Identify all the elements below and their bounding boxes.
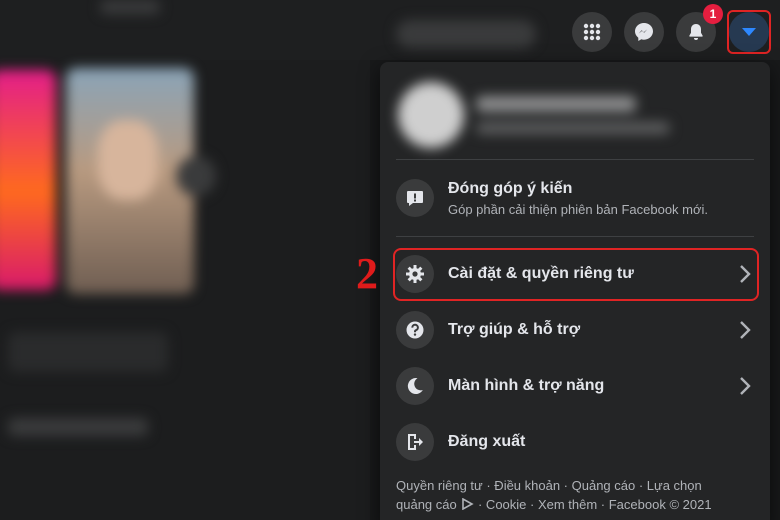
moon-icon — [396, 367, 434, 405]
footer-links: Quyền riêng tư · Điều khoản · Quảng cáo … — [396, 476, 746, 514]
divider — [396, 236, 754, 237]
profile-shortcut — [396, 20, 536, 48]
messenger-button[interactable] — [624, 12, 664, 52]
profile-subtitle — [476, 122, 670, 134]
avatar — [398, 82, 464, 148]
ad-choices-icon — [462, 497, 475, 511]
grid-icon — [583, 23, 601, 41]
notification-badge: 1 — [703, 4, 723, 24]
story-card — [0, 70, 56, 290]
profile-name — [476, 96, 636, 112]
divider — [396, 159, 754, 160]
menu-item-logout[interactable]: Đăng xuất — [392, 422, 758, 462]
highlight-box-account — [727, 10, 771, 54]
footer-line-2: quảng cáo · Cookie · Xem thêm · Facebook… — [396, 495, 746, 514]
bell-icon — [689, 24, 703, 40]
chevron-right-icon — [740, 321, 751, 339]
question-icon — [396, 311, 434, 349]
feedback-title: Đóng góp ý kiến — [448, 179, 573, 197]
menu-item-label: Đăng xuất — [448, 433, 526, 450]
feedback-icon — [396, 179, 434, 217]
step-2-label: 2 — [356, 249, 378, 298]
menu-grid-button[interactable] — [572, 12, 612, 52]
menu-item-display[interactable]: Màn hình & trợ năng — [392, 366, 758, 406]
logout-icon — [396, 423, 434, 461]
feedback-subtitle: Góp phần cải thiện phiên bản Facebook mớ… — [448, 201, 709, 217]
messenger-icon — [635, 23, 653, 41]
feedback-item[interactable]: Đóng góp ý kiến Góp phần cải thiện phiên… — [392, 172, 758, 224]
menu-item-help[interactable]: Trợ giúp & hỗ trợ — [392, 310, 758, 350]
chevron-right-icon — [740, 377, 751, 395]
footer-line-1[interactable]: Quyền riêng tư · Điều khoản · Quảng cáo … — [396, 476, 746, 495]
menu-item-label: Trợ giúp & hỗ trợ — [448, 321, 581, 338]
menu-item-label: Màn hình & trợ năng — [448, 377, 605, 394]
footer-ad-choices[interactable]: quảng cáo — [396, 497, 457, 512]
highlight-box-settings — [393, 248, 759, 301]
footer-other-links[interactable]: · Cookie · Xem thêm · Facebook © 2021 — [478, 497, 712, 512]
